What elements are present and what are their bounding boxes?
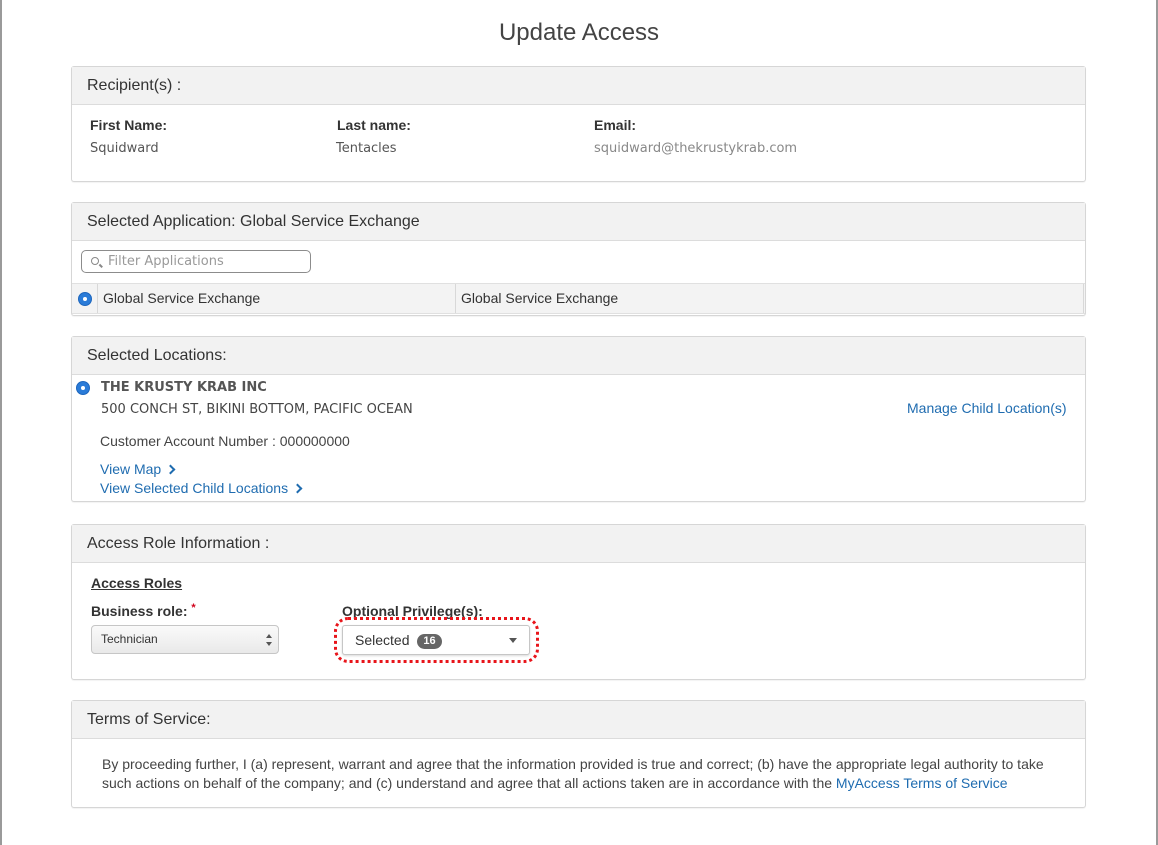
application-panel: Selected Application: Global Service Exc… xyxy=(71,202,1086,316)
application-name-cell: Global Service Exchange xyxy=(103,290,261,306)
window-border-left xyxy=(0,0,2,845)
page-title: Update Access xyxy=(498,19,660,46)
view-map-label: View Map xyxy=(100,461,162,477)
manage-child-locations-link[interactable]: Manage Child Location(s) xyxy=(907,400,1067,416)
application-radio-selected[interactable] xyxy=(78,292,92,306)
customer-account-number: 000000000 xyxy=(279,433,350,449)
column-divider xyxy=(1083,284,1084,313)
access-role-panel: Access Role Information : Access Roles B… xyxy=(71,524,1086,680)
terms-text-block: By proceeding further, I (a) represent, … xyxy=(102,755,1062,793)
terms-panel: Terms of Service: By proceeding further,… xyxy=(71,700,1086,808)
privileges-count-badge: 16 xyxy=(417,634,442,649)
column-divider xyxy=(97,284,98,313)
optional-privileges-label: Optional Privilege(s): xyxy=(342,603,483,619)
recipients-panel: Recipient(s) : First Name: Squidward Las… xyxy=(71,66,1086,182)
location-company-name: THE KRUSTY KRAB INC xyxy=(101,380,267,395)
view-map-link[interactable]: View Map xyxy=(100,461,176,477)
customer-account-label: Customer Account Number : xyxy=(100,433,276,449)
application-heading: Selected Application: Global Service Exc… xyxy=(72,203,1085,241)
chevron-right-icon xyxy=(292,483,303,494)
last-name-label: Last name: xyxy=(337,117,411,133)
recipients-heading: Recipient(s) : xyxy=(72,67,1085,105)
filter-applications-input[interactable] xyxy=(106,253,306,270)
first-name-value: Squidward xyxy=(90,141,159,156)
access-roles-section-title: Access Roles xyxy=(91,575,183,591)
location-radio-selected[interactable] xyxy=(76,381,90,395)
locations-heading: Selected Locations: xyxy=(72,337,1085,375)
email-value: squidward@thekrustykrab.com xyxy=(594,141,798,156)
chevron-down-icon xyxy=(509,638,517,643)
customer-account-row: Customer Account Number : 000000000 xyxy=(100,433,350,449)
optional-privileges-value: Selected xyxy=(355,632,410,648)
access-role-heading: Access Role Information : xyxy=(72,525,1085,563)
view-selected-child-locations-link[interactable]: View Selected Child Locations xyxy=(100,480,303,496)
search-icon xyxy=(91,257,99,265)
column-divider xyxy=(455,284,456,313)
business-role-select[interactable]: Technician xyxy=(91,625,279,654)
terms-of-service-link[interactable]: MyAccess Terms of Service xyxy=(836,775,1008,791)
business-role-value: Technician xyxy=(101,632,158,646)
view-child-locations-label: View Selected Child Locations xyxy=(100,480,289,496)
optional-privileges-dropdown[interactable]: Selected 16 xyxy=(342,625,530,655)
chevron-right-icon xyxy=(165,464,176,475)
application-description-cell: Global Service Exchange xyxy=(461,290,619,306)
required-marker: * xyxy=(191,602,196,614)
locations-panel: Selected Locations: THE KRUSTY KRAB INC … xyxy=(71,336,1086,502)
email-label: Email: xyxy=(594,117,637,133)
first-name-label: First Name: xyxy=(90,117,168,133)
terms-heading: Terms of Service: xyxy=(72,701,1085,739)
application-row[interactable]: Global Service Exchange Global Service E… xyxy=(72,283,1085,314)
last-name-value: Tentacles xyxy=(336,141,397,156)
location-address: 500 CONCH ST, BIKINI BOTTOM, PACIFIC OCE… xyxy=(101,402,413,417)
business-role-label-text: Business role: xyxy=(91,603,188,619)
business-role-label: Business role: * xyxy=(91,602,196,619)
filter-applications-field[interactable] xyxy=(81,250,311,273)
select-arrows-icon xyxy=(265,634,273,646)
